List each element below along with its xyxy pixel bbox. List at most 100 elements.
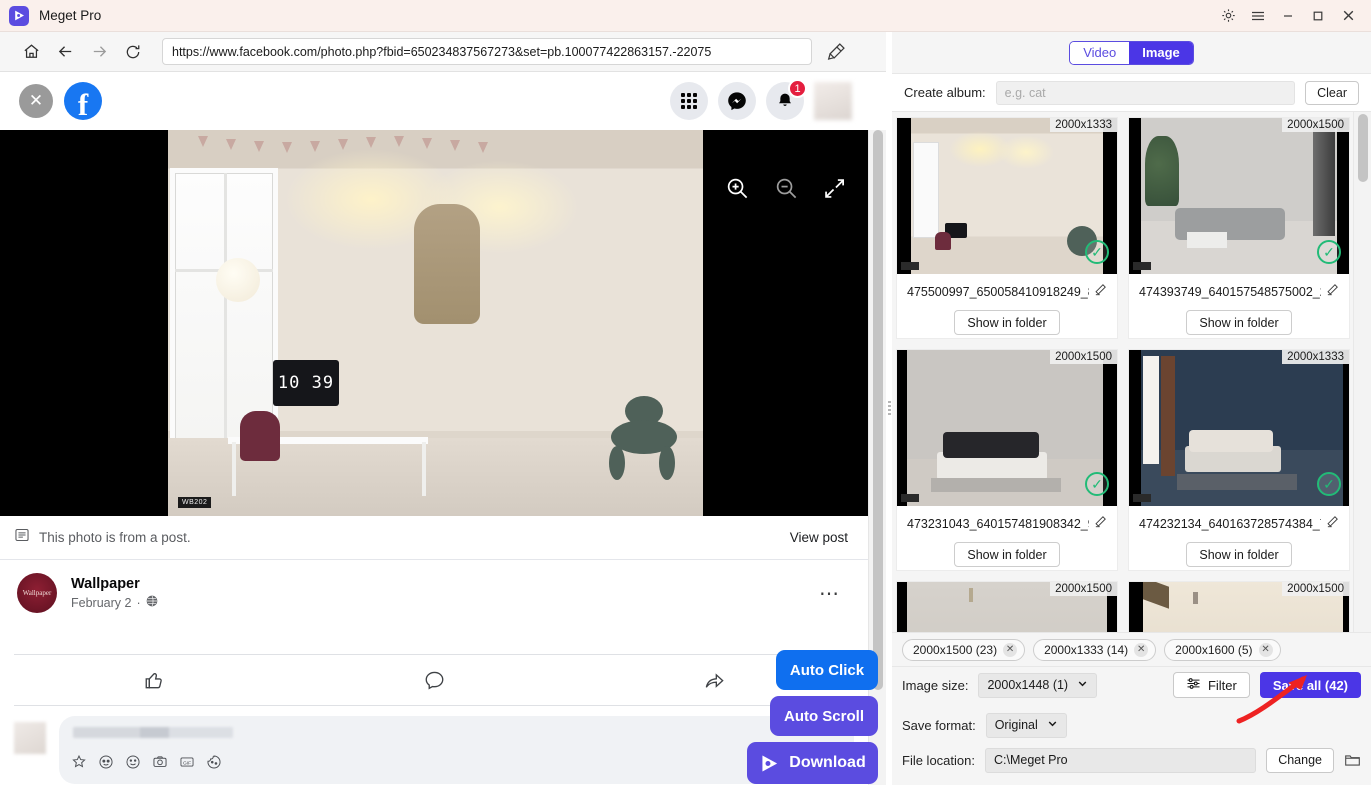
fullscreen-icon[interactable] — [823, 177, 846, 200]
filter-chip[interactable]: 2000x1500 (23) ✕ — [902, 638, 1026, 661]
image-thumbnail[interactable]: 2000x1500 ✓ — [1129, 118, 1349, 274]
view-post-link[interactable]: View post — [790, 530, 848, 545]
image-card[interactable]: 2000x1500 Show in folder — [896, 581, 1118, 632]
thumb-decor-rug — [1177, 474, 1297, 490]
hamburger-icon[interactable] — [1243, 1, 1273, 31]
back-arrow-icon[interactable] — [48, 37, 82, 67]
image-size-value: 2000x1448 (1) — [987, 678, 1069, 692]
comment-button[interactable] — [294, 669, 574, 692]
image-thumbnail[interactable]: 2000x1500 — [897, 582, 1117, 632]
image-card[interactable]: 2000x1333 ✓ 474232134_640163728574384_79… — [1128, 349, 1350, 571]
filter-chip[interactable]: 2000x1333 (14) ✕ — [1033, 638, 1157, 661]
gear-icon[interactable] — [1213, 1, 1243, 31]
thumb-decor-plant — [1145, 136, 1179, 206]
decor-desk-leg — [422, 442, 426, 496]
avatar-emoji-icon[interactable] — [98, 754, 114, 775]
avatar[interactable]: Wallpaper — [17, 573, 57, 613]
file-location-input[interactable] — [984, 747, 1257, 773]
open-folder-icon[interactable] — [1344, 752, 1361, 769]
close-icon[interactable] — [1333, 1, 1363, 31]
image-size-select[interactable]: 2000x1448 (1) — [978, 672, 1098, 698]
close-icon[interactable]: ✕ — [1134, 642, 1149, 657]
show-in-folder-button[interactable]: Show in folder — [1186, 542, 1292, 567]
save-format-select[interactable]: Original — [985, 712, 1067, 738]
image-results-grid: 2000x1333 ✓ 475500997_650058410918249_86… — [892, 112, 1353, 632]
thumb-decor-wood-panel — [1161, 356, 1175, 476]
thumbnail-watermark — [1133, 494, 1151, 502]
resolution-badge: 2000x1500 — [1282, 582, 1349, 596]
image-card[interactable]: 2000x1500 ✓ 474393749_640157548575002_29… — [1128, 117, 1350, 339]
post-source-left: This photo is from a post. — [14, 527, 191, 548]
auto-scroll-button[interactable]: Auto Scroll — [770, 696, 878, 736]
clear-button[interactable]: Clear — [1305, 80, 1359, 105]
image-filename: 475500997_650058410918249_862 — [907, 285, 1089, 299]
avatar[interactable] — [14, 722, 46, 754]
emoji-icon[interactable] — [125, 754, 141, 775]
check-circle-icon[interactable]: ✓ — [1317, 472, 1341, 496]
download-button-label: Download — [789, 754, 866, 771]
image-thumbnail[interactable]: 2000x1500 ✓ — [897, 350, 1117, 506]
create-album-input[interactable] — [995, 80, 1296, 105]
change-location-button[interactable]: Change — [1266, 747, 1334, 773]
tab-video[interactable]: Video — [1070, 41, 1130, 64]
thumb-decor-window — [1143, 356, 1159, 464]
more-options-icon[interactable]: ⋯ — [819, 581, 840, 606]
app-grid-icon[interactable] — [670, 82, 708, 120]
minimize-icon[interactable] — [1273, 1, 1303, 31]
close-icon[interactable]: ✕ — [19, 84, 53, 118]
tab-image[interactable]: Image — [1129, 41, 1193, 64]
facebook-topbar: ✕ f 1 — [0, 72, 868, 130]
image-thumbnail[interactable]: 2000x1333 ✓ — [897, 118, 1117, 274]
post-author-name[interactable]: Wallpaper — [71, 576, 158, 592]
file-location-label: File location: — [902, 752, 975, 768]
sticker-face-icon[interactable] — [206, 754, 222, 775]
like-button[interactable] — [14, 669, 294, 692]
camera-icon[interactable] — [152, 754, 168, 775]
show-in-folder-button[interactable]: Show in folder — [954, 310, 1060, 335]
panel-scrollbar-thumb[interactable] — [1358, 114, 1368, 182]
reload-icon[interactable] — [116, 37, 150, 67]
gif-icon[interactable]: GIF — [179, 754, 195, 775]
forward-arrow-icon[interactable] — [82, 37, 116, 67]
image-card[interactable]: 2000x1333 ✓ 475500997_650058410918249_86… — [896, 117, 1118, 339]
show-in-folder-button[interactable]: Show in folder — [954, 542, 1060, 567]
zoom-out-icon[interactable] — [774, 176, 799, 201]
avatar[interactable] — [814, 82, 852, 120]
thumb-decor-pendant — [969, 588, 973, 602]
floating-action-buttons: Auto Click Auto Scroll Download — [702, 650, 878, 784]
browser-scrollbar-thumb[interactable] — [873, 130, 883, 690]
edit-pencil-icon[interactable] — [1094, 515, 1107, 533]
resolution-filter-chips: 2000x1500 (23) ✕ 2000x1333 (14) ✕ 2000x1… — [892, 632, 1371, 666]
maximize-icon[interactable] — [1303, 1, 1333, 31]
edit-pencil-icon[interactable] — [1094, 283, 1107, 301]
check-circle-icon[interactable]: ✓ — [1085, 472, 1109, 496]
edit-pencil-icon[interactable] — [1326, 515, 1339, 533]
sniffer-icon[interactable] — [826, 41, 847, 62]
image-results-area: 2000x1333 ✓ 475500997_650058410918249_86… — [892, 112, 1371, 632]
check-circle-icon[interactable]: ✓ — [1085, 240, 1109, 264]
decor-desk-leg — [232, 442, 236, 496]
image-thumbnail[interactable]: 2000x1333 ✓ — [1129, 350, 1349, 506]
post-date-separator: · — [136, 595, 141, 610]
messenger-icon[interactable] — [718, 82, 756, 120]
address-bar[interactable]: https://www.facebook.com/photo.php?fbid=… — [162, 38, 812, 65]
close-icon[interactable]: ✕ — [1258, 642, 1273, 657]
edit-pencil-icon[interactable] — [1326, 283, 1339, 301]
panel-scrollbar[interactable] — [1353, 112, 1371, 632]
filename-row: 474232134_640163728574384_793 — [1129, 515, 1349, 533]
close-icon[interactable]: ✕ — [1003, 642, 1018, 657]
zoom-in-icon[interactable] — [725, 176, 750, 201]
image-card[interactable]: 2000x1500 Show in folder — [1128, 581, 1350, 632]
home-icon[interactable] — [14, 37, 48, 67]
notifications-bell-icon[interactable]: 1 — [766, 79, 807, 120]
check-circle-icon[interactable]: ✓ — [1317, 240, 1341, 264]
filter-chip[interactable]: 2000x1600 (5) ✕ — [1164, 638, 1281, 661]
show-in-folder-button[interactable]: Show in folder — [1186, 310, 1292, 335]
image-thumbnail[interactable]: 2000x1500 — [1129, 582, 1349, 632]
viewer-photo[interactable]: 10 39 WB202 — [168, 130, 703, 516]
sticker-icon[interactable] — [71, 754, 87, 775]
auto-click-button[interactable]: Auto Click — [776, 650, 878, 690]
download-button[interactable]: Download — [747, 742, 878, 784]
image-card[interactable]: 2000x1500 ✓ 473231043_640157481908342_92… — [896, 349, 1118, 571]
facebook-logo-icon[interactable]: f — [64, 82, 102, 120]
